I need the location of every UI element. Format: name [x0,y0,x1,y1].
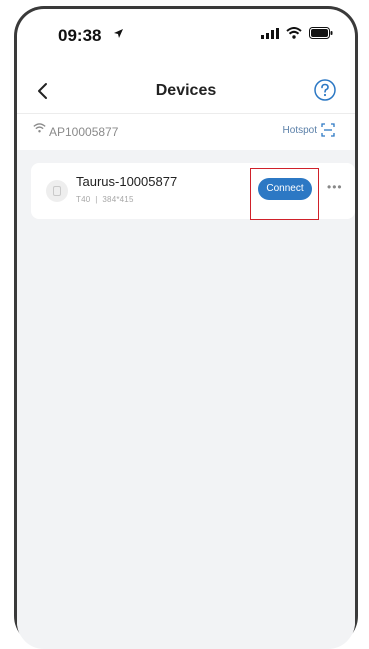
connect-button[interactable]: Connect [258,178,312,200]
status-bar: 09:38 [17,9,355,61]
cellular-signal-icon [261,27,279,39]
app-screen: 09:38 Devices AP10005877 Hotspot Taurus-… [17,9,355,649]
device-list: Taurus-10005877 T40 | 384*415 Connect ••… [17,150,355,649]
page-title: Devices [155,82,217,99]
status-time: 09:38 [58,26,102,45]
device-meta: T40 | 384*415 [76,195,134,204]
battery-icon [309,27,333,39]
wifi-icon [33,123,46,133]
device-card[interactable]: Taurus-10005877 T40 | 384*415 Connect ••… [31,163,355,220]
device-model: T40 [76,195,91,204]
question-circle-icon[interactable] [313,78,337,102]
scan-icon[interactable] [321,123,335,137]
location-arrow-icon [114,29,123,38]
wifi-icon [286,27,302,39]
nav-bar: Devices [17,73,355,111]
printer-icon [46,180,68,202]
device-name: Taurus-10005877 [76,174,178,189]
network-name: AP10005877 [49,125,119,139]
status-icons [261,27,333,39]
more-icon[interactable]: ••• [327,180,343,194]
hotspot-link[interactable]: Hotspot [283,125,317,136]
printer-icon-glyph [53,186,61,196]
device-meta-separator: | [95,195,98,204]
network-row: AP10005877 Hotspot [17,114,355,150]
device-resolution: 384*415 [102,195,134,204]
